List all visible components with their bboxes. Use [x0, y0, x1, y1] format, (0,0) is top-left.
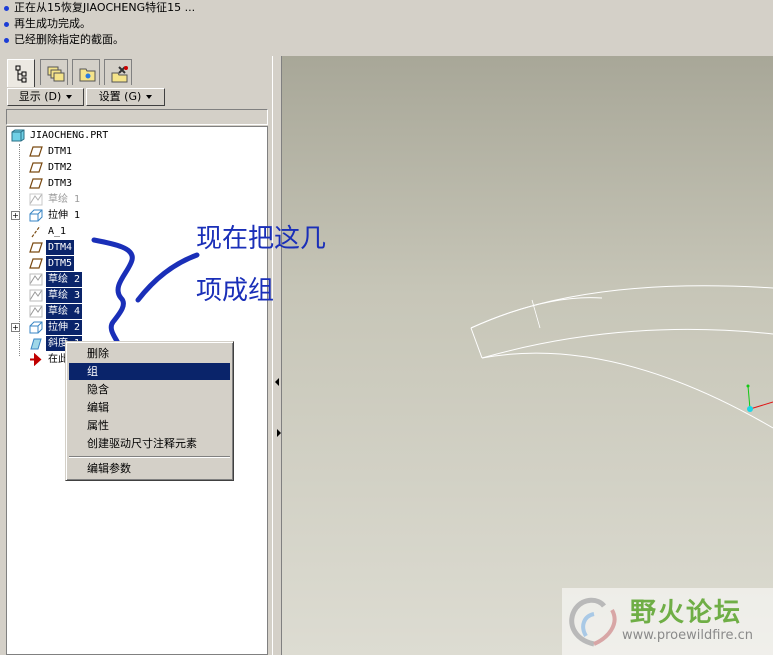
sketch-icon [29, 273, 43, 286]
message-text: 已经删除指定的截面。 [14, 33, 124, 46]
tree-item-label: DTM4 [46, 240, 75, 255]
datum-plane-icon [29, 258, 43, 269]
tree-item-label: 草绘 4 [46, 304, 83, 319]
model-wireframe [470, 285, 773, 429]
extrude-icon [29, 321, 43, 334]
tree-item-label: DTM3 [48, 178, 73, 189]
layer-icon [47, 66, 65, 82]
model-tree-icon [15, 65, 27, 83]
message-line: 正在从15恢复JIAOCHENG特征15 ... [4, 0, 196, 16]
menu-item-edit-parameters[interactable]: 编辑参数 [69, 460, 230, 477]
datum-axis-icon [31, 225, 41, 238]
annotation-text-line1: 现在把这几 [196, 224, 327, 254]
tree-item-label: DTM1 [48, 146, 73, 157]
tree-item-label: A_1 [48, 226, 67, 237]
datum-plane-icon [29, 178, 43, 189]
expand-right-arrow-icon[interactable] [277, 429, 281, 437]
graphics-window[interactable] [282, 56, 773, 655]
panel-splitter[interactable] [272, 56, 282, 655]
folder-browser-icon [79, 68, 96, 82]
tree-item-label: 草绘 3 [46, 288, 83, 303]
chevron-down-icon [146, 95, 153, 99]
tab-folder-browser[interactable] [72, 59, 100, 85]
bullet-icon [4, 22, 9, 27]
tree-item-label: JIAOCHENG.PRT [30, 130, 109, 141]
display-menu-label: 显示 (D) [18, 90, 62, 103]
collapse-left-arrow-icon[interactable] [275, 378, 279, 386]
menu-item-create-driving-dim[interactable]: 创建驱动尺寸注释元素 [69, 435, 230, 452]
tools-icon [111, 66, 128, 83]
sketch-icon [29, 289, 43, 302]
tree-item-label: 拉伸 2 [46, 320, 83, 335]
message-area: 正在从15恢复JIAOCHENG特征15 ... 再生成功完成。 已经删除指定的… [0, 0, 773, 56]
tree-filter-bar[interactable] [6, 109, 268, 125]
forum-watermark: 野火论坛 www.proewildfire.cn [562, 588, 773, 655]
annotation-text-line2: 项成组 [196, 276, 275, 306]
expand-toggle-icon[interactable]: + [11, 323, 20, 332]
part-icon [11, 129, 25, 142]
sketch-icon [29, 193, 43, 206]
context-menu[interactable]: 删除 组 隐含 编辑 属性 创建驱动尺寸注释元素 编辑参数 [65, 341, 234, 481]
annotation-brace [91, 237, 200, 348]
tree-item-label: DTM5 [46, 256, 75, 271]
tree-item-label: 草绘 1 [48, 194, 81, 205]
datum-plane-icon [29, 162, 43, 173]
menu-item-delete[interactable]: 删除 [69, 345, 230, 362]
message-text: 正在从15恢复JIAOCHENG特征15 ... [14, 1, 196, 14]
menu-separator [69, 456, 230, 458]
message-line: 已经删除指定的截面。 [4, 32, 124, 48]
tree-item-label: DTM2 [48, 162, 73, 173]
chevron-down-icon [66, 95, 73, 99]
tab-tools[interactable] [104, 59, 132, 85]
menu-item-suppress[interactable]: 隐含 [69, 381, 230, 398]
bullet-icon [4, 6, 9, 11]
tree-item-label: 拉伸 1 [48, 210, 81, 221]
settings-menu-label: 设置 (G) [98, 90, 142, 103]
tree-item-label: 草绘 2 [46, 272, 83, 287]
message-text: 再生成功完成。 [14, 17, 91, 30]
insert-here-arrow-icon [30, 353, 42, 366]
menu-item-group[interactable]: 组 [69, 363, 230, 380]
watermark-url: www.proewildfire.cn [622, 628, 753, 643]
message-line: 再生成功完成。 [4, 16, 91, 32]
tab-model-tree[interactable] [7, 59, 35, 87]
expand-toggle-icon[interactable]: + [11, 211, 20, 220]
extrude-icon [29, 209, 43, 222]
draft-icon [30, 338, 42, 350]
sketch-icon [29, 305, 43, 318]
settings-menu-button[interactable]: 设置 (G) [86, 88, 165, 106]
coordinate-axes-icon [746, 384, 773, 412]
watermark-logo-icon [569, 597, 617, 647]
tab-layers[interactable] [40, 59, 68, 85]
datum-plane-icon [29, 146, 43, 157]
display-menu-button[interactable]: 显示 (D) [7, 88, 84, 106]
menu-item-properties[interactable]: 属性 [69, 417, 230, 434]
datum-plane-icon [29, 242, 43, 253]
menu-item-edit[interactable]: 编辑 [69, 399, 230, 416]
bullet-icon [4, 38, 9, 43]
watermark-title: 野火论坛 [630, 598, 743, 628]
